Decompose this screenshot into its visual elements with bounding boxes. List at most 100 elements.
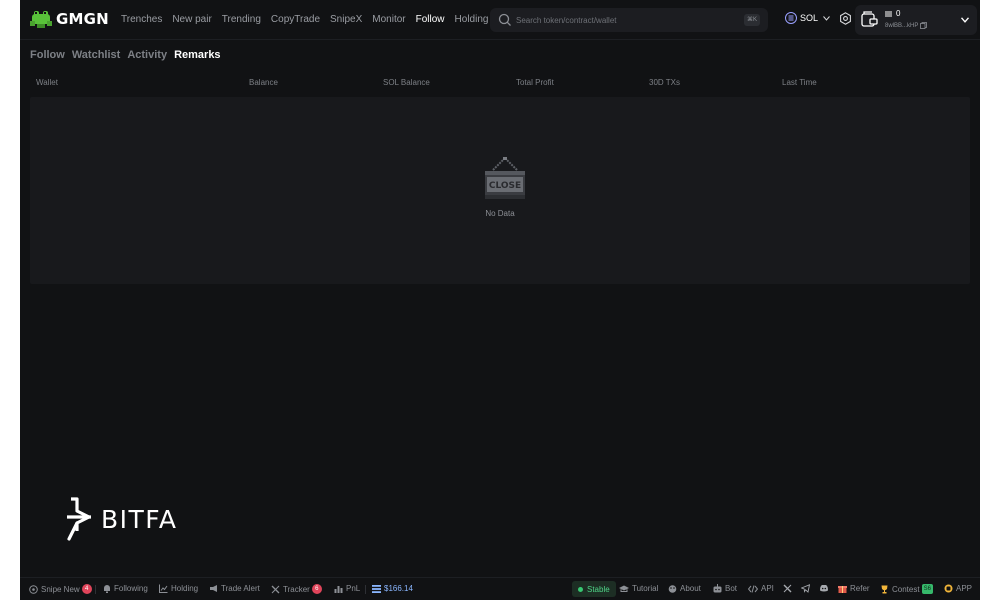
brand-logo[interactable]: GMGN [30, 9, 109, 29]
footer-about[interactable]: About [668, 584, 701, 593]
footer-tutorial-label: Tutorial [632, 584, 659, 593]
telegram-icon [801, 584, 810, 593]
wallet-button[interactable]: 0 8wlBB...kHP [855, 5, 977, 35]
nav-follow[interactable]: Follow [416, 14, 445, 25]
wallet-balance-value: 0 [896, 9, 901, 18]
graduation-cap-icon [619, 585, 629, 592]
wallet-address: 8wlBB...kHP [885, 22, 928, 29]
footer-divider [95, 585, 96, 594]
column-header-total-profit[interactable]: Total Profit [516, 78, 554, 87]
footer-tracker[interactable]: Tracker 6 [271, 584, 322, 594]
bar-chart-icon [334, 586, 343, 593]
footer-bot[interactable]: Bot [713, 584, 737, 593]
tracker-count-badge: 6 [311, 584, 322, 594]
search-box: ⌘K [490, 8, 768, 32]
footer-discord-link[interactable] [819, 584, 832, 592]
footer-app[interactable]: APP [944, 584, 972, 593]
footer-contest-label: Contest [892, 584, 920, 594]
connection-status-badge[interactable]: Stable [572, 581, 616, 597]
chevron-down-icon [823, 15, 830, 21]
frog-logo-icon [30, 11, 52, 28]
discord-icon [820, 585, 828, 592]
footer-refer-label: Refer [850, 584, 870, 593]
chain-selector[interactable]: SOL [785, 12, 830, 24]
footer-app-label: APP [956, 584, 973, 593]
footer-api[interactable]: API [748, 584, 774, 593]
footer-contest[interactable]: Contest S6 [880, 584, 933, 594]
status-bar: Snipe New 4 Following Holding Trade Aler… [20, 577, 980, 600]
tab-watchlist[interactable]: Watchlist [72, 49, 121, 61]
top-header: GMGN Trenches New pair Trending CopyTrad… [20, 0, 980, 40]
tab-remarks[interactable]: Remarks [174, 49, 220, 61]
wallet-icon [861, 11, 878, 27]
code-icon [748, 584, 758, 593]
footer-trade-alert[interactable]: Trade Alert [209, 584, 260, 593]
app-window: GMGN Trenches New pair Trending CopyTrad… [20, 0, 980, 600]
footer-about-label: About [680, 584, 701, 593]
nav-holding[interactable]: Holding [455, 14, 489, 25]
footer-following-label: Following [114, 584, 148, 593]
footer-following[interactable]: Following [103, 584, 148, 593]
nav-trenches[interactable]: Trenches [121, 14, 162, 25]
line-chart-icon [159, 584, 168, 593]
solana-icon [372, 584, 381, 593]
gift-icon [838, 586, 847, 593]
footer-pnl-label: PnL [346, 584, 361, 593]
footer-holding-label: Holding [171, 584, 199, 593]
footer-bot-label: Bot [725, 584, 738, 593]
footer-telegram-link[interactable] [801, 584, 813, 593]
empty-state-text: No Data [485, 209, 515, 218]
nav-trending[interactable]: Trending [222, 14, 261, 25]
nav-new-pair[interactable]: New pair [172, 14, 211, 25]
footer-tutorial[interactable]: Tutorial [619, 584, 658, 593]
closed-sign-text: CLOSE [489, 181, 521, 191]
frog-about-icon [668, 585, 677, 593]
footer-refer[interactable]: Refer [838, 584, 870, 593]
footer-api-label: API [761, 584, 774, 593]
x-twitter-icon [271, 585, 280, 593]
search-shortcut-hint: ⌘K [743, 14, 760, 26]
search-icon [498, 13, 511, 26]
tab-follow[interactable]: Follow [30, 49, 65, 61]
solana-icon [785, 12, 797, 24]
watermark: BITFA [65, 497, 177, 541]
bot-icon [713, 584, 722, 593]
footer-snipe-new[interactable]: Snipe New 4 [29, 584, 92, 594]
brand-name: GMGN [56, 10, 109, 28]
x-twitter-icon [783, 584, 792, 593]
watermark-text: BITFA [101, 504, 178, 534]
table-header: Wallet Balance SOL Balance Total Profit … [20, 78, 980, 90]
snipe-new-count-badge: 4 [81, 584, 92, 594]
megaphone-icon [210, 585, 217, 592]
column-header-wallet[interactable]: Wallet [36, 78, 58, 87]
sol-price-value: $166.14 [384, 584, 413, 593]
footer-holding[interactable]: Holding [159, 584, 198, 593]
main-nav: Trenches New pair Trending CopyTrade Sni… [121, 14, 498, 25]
connection-status-label: Stable [587, 584, 610, 594]
table-body-empty: CLOSE No Data [30, 97, 970, 284]
column-header-30d-txs[interactable]: 30D TXs [649, 78, 680, 87]
footer-tracker-label: Tracker [283, 584, 310, 594]
app-download-icon [944, 584, 953, 593]
wallet-balance: 0 [885, 9, 900, 18]
copy-icon[interactable] [920, 22, 928, 29]
footer-sol-price[interactable]: $166.14 [372, 584, 413, 593]
bell-icon [104, 585, 110, 593]
settings-gear-icon[interactable] [839, 12, 852, 25]
column-header-sol-balance[interactable]: SOL Balance [383, 78, 430, 87]
nav-copytrade[interactable]: CopyTrade [271, 14, 320, 25]
contest-season-badge: S6 [921, 584, 933, 594]
nav-monitor[interactable]: Monitor [372, 14, 405, 25]
column-header-balance[interactable]: Balance [249, 78, 278, 87]
bitfa-logo-icon [67, 497, 91, 541]
nav-snipex[interactable]: SnipeX [330, 14, 362, 25]
footer-pnl[interactable]: PnL [334, 584, 360, 593]
column-header-last-time[interactable]: Last Time [782, 78, 817, 87]
search-input[interactable] [516, 12, 736, 28]
tab-activity[interactable]: Activity [127, 49, 167, 61]
closed-sign-icon: CLOSE [485, 157, 525, 199]
footer-x-link[interactable] [783, 584, 795, 593]
snipe-icon [29, 584, 38, 594]
footer-trade-alert-label: Trade Alert [221, 584, 260, 593]
follow-tabs: Follow Watchlist Activity Remarks [30, 49, 228, 61]
